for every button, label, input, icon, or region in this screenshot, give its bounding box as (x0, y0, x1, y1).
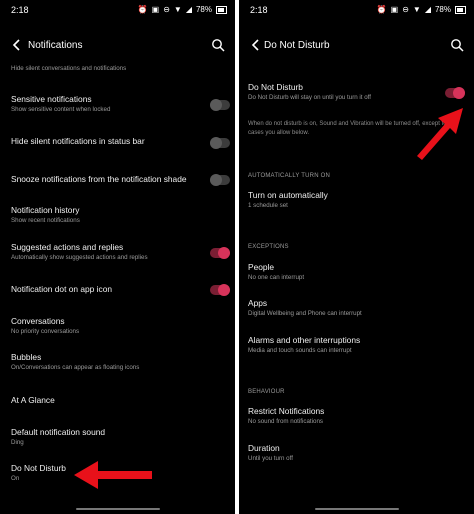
item-subtitle: Media and touch sounds can interrupt (248, 347, 352, 354)
signal-icon: ◢ (424, 5, 431, 14)
notifications-screen: 2:18 ⏰ ▣ ⊖ ▼ ◢ 78% Notifications Hide si… (0, 0, 235, 514)
section-header-behaviour: BEHAVIOUR (248, 389, 285, 395)
battery-icon (455, 5, 466, 14)
item-subtitle: Automatically show suggested actions and… (11, 254, 148, 261)
item-subtitle: Show recent notifications (11, 217, 80, 224)
item-subtitle: No priority conversations (11, 328, 80, 335)
alarm-icon: ⏰ (376, 5, 387, 14)
toggle-knob (210, 137, 222, 149)
list-item-bubbles[interactable]: Bubbles On/Conversations can appear as f… (11, 352, 221, 372)
item-label: Notification history (11, 205, 80, 215)
battery-level: 78% (434, 5, 451, 14)
notification-dot-toggle[interactable] (210, 284, 230, 296)
search-icon[interactable] (450, 38, 464, 52)
list-item-snooze[interactable]: Snooze notifications from the notificati… (11, 174, 221, 185)
toggle-knob (453, 87, 465, 99)
do-not-disturb-screen: 2:18 ⏰ ▣ ⊖ ▼ ◢ 78% Do Not Disturb Do Not… (239, 0, 474, 514)
alarm-icon: ⏰ (137, 5, 148, 14)
item-subtitle: 1 schedule set (248, 202, 288, 209)
toggle-knob (218, 284, 230, 296)
signal-icon: ◢ (185, 5, 192, 14)
item-label: Sensitive notifications (11, 94, 92, 104)
dnd-main-setting[interactable]: Do Not Disturb Do Not Disturb will stay … (248, 82, 460, 102)
item-label: Apps (248, 298, 268, 308)
page-title: Do Not Disturb (264, 40, 330, 51)
snooze-toggle[interactable] (210, 174, 230, 186)
item-label: Hide silent notifications in status bar (11, 136, 145, 146)
item-label: Conversations (11, 316, 65, 326)
section-header-auto: AUTOMATICALLY TURN ON (248, 173, 330, 179)
status-time: 2:18 (11, 5, 29, 15)
item-subtitle: On/Conversations can appear as floating … (11, 364, 140, 371)
item-label: Do Not Disturb (248, 82, 303, 92)
dnd-icon: ⊖ (163, 5, 170, 14)
list-item-people[interactable]: People No one can interrupt (248, 262, 460, 282)
nfc-icon: ▣ (390, 5, 399, 14)
section-header-exceptions: EXCEPTIONS (248, 244, 289, 250)
item-label: Restrict Notifications (248, 406, 325, 416)
red-arrow-annotation (417, 108, 463, 160)
toggle-knob (218, 247, 230, 259)
list-item-suggested-actions[interactable]: Suggested actions and replies Automatica… (11, 242, 221, 262)
back-arrow-icon[interactable] (10, 38, 24, 52)
list-item-alarms[interactable]: Alarms and other interruptions Media and… (248, 335, 460, 355)
item-subtitle: No sound from notifications (248, 418, 323, 425)
app-bar: Notifications (0, 32, 235, 58)
item-subtitle: Until you turn off (248, 455, 293, 462)
page-title: Notifications (28, 40, 83, 51)
search-icon[interactable] (211, 38, 225, 52)
sensitive-notifications-toggle[interactable] (210, 99, 230, 111)
partial-list-item[interactable]: Hide silent conversations and notificati… (11, 64, 221, 73)
hide-silent-toggle[interactable] (210, 137, 230, 149)
back-arrow-icon[interactable] (249, 38, 263, 52)
battery-level: 78% (195, 5, 212, 14)
item-subtitle: Show sensitive content when locked (11, 106, 111, 113)
item-subtitle: Hide silent conversations and notificati… (11, 65, 127, 72)
item-label: People (248, 262, 275, 272)
item-label: Suggested actions and replies (11, 242, 124, 252)
dnd-icon: ⊖ (402, 5, 409, 14)
item-label: Default notification sound (11, 427, 106, 437)
gesture-bar[interactable] (75, 508, 160, 510)
app-bar: Do Not Disturb (239, 32, 474, 58)
battery-icon (216, 5, 227, 14)
item-label: Turn on automatically (248, 190, 328, 200)
status-bar: 2:18 ⏰ ▣ ⊖ ▼ ◢ 78% (239, 0, 474, 20)
item-label: At A Glance (11, 395, 55, 405)
list-item-notification-history[interactable]: Notification history Show recent notific… (11, 205, 221, 225)
list-item-sensitive-notifications[interactable]: Sensitive notifications Show sensitive c… (11, 94, 221, 114)
toggle-knob (210, 174, 222, 186)
toggle-knob (210, 99, 222, 111)
item-subtitle: Ding (11, 439, 24, 446)
item-label: Bubbles (11, 352, 42, 362)
item-label: Alarms and other interruptions (248, 335, 361, 345)
status-bar: 2:18 ⏰ ▣ ⊖ ▼ ◢ 78% (0, 0, 235, 20)
item-label: Snooze notifications from the notificati… (11, 174, 187, 184)
wifi-icon: ▼ (412, 5, 421, 14)
item-subtitle: Digital Wellbeing and Phone can interrup… (248, 310, 362, 317)
list-item-apps[interactable]: Apps Digital Wellbeing and Phone can int… (248, 298, 460, 318)
status-icons: ⏰ ▣ ⊖ ▼ ◢ 78% (377, 5, 466, 14)
nfc-icon: ▣ (151, 5, 160, 14)
suggested-actions-toggle[interactable] (210, 247, 230, 259)
list-item-duration[interactable]: Duration Until you turn off (248, 443, 460, 463)
list-item-at-a-glance[interactable]: At A Glance (11, 395, 221, 406)
list-item-default-sound[interactable]: Default notification sound Ding (11, 427, 221, 447)
gesture-bar[interactable] (314, 508, 399, 510)
item-subtitle: Do Not Disturb will stay on until you tu… (248, 94, 372, 101)
list-item-restrict-notifications[interactable]: Restrict Notifications No sound from not… (248, 406, 460, 426)
list-item-turn-on-automatically[interactable]: Turn on automatically 1 schedule set (248, 190, 460, 210)
list-item-notification-dot[interactable]: Notification dot on app icon (11, 284, 221, 295)
status-icons: ⏰ ▣ ⊖ ▼ ◢ 78% (138, 5, 227, 14)
item-subtitle: No one can interrupt (248, 274, 305, 281)
dnd-toggle[interactable] (445, 87, 465, 99)
red-arrow-annotation (74, 461, 152, 489)
status-time: 2:18 (250, 5, 268, 15)
wifi-icon: ▼ (173, 5, 182, 14)
item-label: Duration (248, 443, 280, 453)
item-label: Notification dot on app icon (11, 284, 113, 294)
list-item-conversations[interactable]: Conversations No priority conversations (11, 316, 221, 336)
list-item-hide-silent[interactable]: Hide silent notifications in status bar (11, 136, 221, 147)
